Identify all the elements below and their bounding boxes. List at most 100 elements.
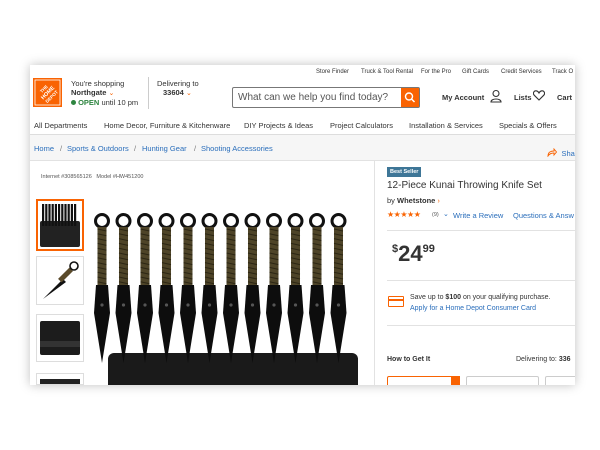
kunai-knife [223,213,239,363]
nav-specials-offers[interactable]: Specials & Offers [499,121,557,130]
best-seller-badge: Best Seller [387,167,422,177]
price-dollars: 24 [398,241,423,266]
home-depot-logo[interactable]: THE HOME DEPOT [33,78,62,107]
questions-answers-link[interactable]: Questions & Answ [513,211,574,220]
search-input[interactable] [233,88,402,107]
offer-amount: $100 [445,294,461,301]
thumbnail-knife-set[interactable] [36,199,84,251]
nav-all-departments[interactable]: All Departments [34,121,87,130]
fulfillment-option-ship[interactable] [466,376,539,385]
heart-icon[interactable] [533,90,545,101]
kunai-knife [115,213,132,363]
cart-link[interactable]: Cart [557,93,572,102]
breadcrumb-separator: / [134,144,137,153]
offer-pre: Save up to [410,294,446,301]
column-divider [374,161,375,385]
cart-label: Cart [557,93,573,102]
util-credit-services[interactable]: Credit Services [501,69,542,75]
my-account-link[interactable]: My Account [442,93,484,102]
nav-home-decor[interactable]: Home Decor, Furniture & Kitchenware [104,121,230,130]
browser-viewport: Store Finder Truck & Tool Rental For the… [30,65,575,385]
kunai-knife [266,213,282,363]
breadcrumb-sports-outdoors[interactable]: Sports & Outdoors [67,144,129,153]
delivery-zip: 33604 [163,88,184,97]
share-icon [547,147,558,158]
share-label: Sha [561,149,575,158]
price-cents: 99 [422,243,435,255]
model-numbers: Internet #308565126 Model #HW451200 [41,174,143,180]
credit-card-icon [388,296,404,307]
kunai-knife [137,213,153,363]
fulfillment-option-pickup[interactable] [387,376,460,385]
write-review-link[interactable]: Write a Review [453,211,503,220]
delivering-to-zip[interactable]: 336 [559,356,571,363]
kunai-knife [244,213,261,363]
search-icon [404,92,416,103]
nav-installation-services[interactable]: Installation & Services [409,121,483,130]
delivering-to-label: Delivering to: [516,356,557,363]
store-status: OPEN [78,98,100,107]
nav-diy-projects[interactable]: DIY Projects & Ideas [244,121,313,130]
selected-check-icon [451,376,460,385]
kunai-knife [330,213,347,363]
kunai-knife [309,213,325,363]
knife-set-illustration [94,213,358,385]
util-gift-cards[interactable]: Gift Cards [462,69,489,75]
thumbnail-single-knife[interactable] [36,256,84,305]
breadcrumb-home[interactable]: Home [34,144,54,153]
delivering-to: Delivering to: 336 [516,356,571,363]
brand-link[interactable]: Whetstone [397,196,435,205]
brand-line: by Whetstone › [387,196,440,205]
thumbnail-case[interactable] [36,314,84,362]
chevron-down-icon: ⌄ [185,90,192,97]
kunai-knife [158,213,175,363]
search-bar [232,87,420,108]
breadcrumb-separator: / [60,144,63,153]
delivery-zip-selector[interactable]: 33604 ⌄ [163,88,192,97]
apply-card-link[interactable]: Apply for a Home Depot Consumer Card [410,305,536,312]
chevron-down-icon: ⌄ [108,90,115,97]
kunai-knife [94,213,110,363]
divider [387,280,575,281]
share-button[interactable]: Sha [547,143,575,161]
thumbnail-more[interactable] [36,373,84,385]
divider [387,230,575,231]
util-track-order[interactable]: Track O [552,69,573,75]
offer-post: on your qualifying purchase. [461,294,551,301]
store-selector[interactable]: Northgate ⌄ [71,88,114,97]
chevron-down-icon[interactable]: ⌄ [443,210,449,218]
header-divider [148,77,149,109]
credit-offer-text: Save up to $100 on your qualifying purch… [410,294,551,301]
product-title: 12-Piece Kunai Throwing Knife Set [387,180,542,191]
util-store-finder[interactable]: Store Finder [316,69,349,75]
star-rating[interactable]: ★★★★★ [387,210,421,219]
by-label: by [387,196,395,205]
user-icon[interactable] [490,89,502,103]
price: $2499 [392,241,435,267]
how-to-get-it-heading: How to Get It [387,356,431,363]
store-hours-text: until 10 pm [101,98,139,107]
nav-project-calculators[interactable]: Project Calculators [330,121,393,130]
kunai-knife [287,213,304,363]
internet-number: Internet #308565126 [41,174,92,180]
store-name: Northgate [71,88,107,97]
kunai-knife [180,213,196,363]
chevron-right-icon: › [437,198,440,205]
store-label: You're shopping [71,79,125,88]
lists-link[interactable]: Lists [514,93,532,102]
kunai-knife [201,213,218,363]
util-for-the-pro[interactable]: For the Pro [421,69,451,75]
divider [387,325,575,326]
delivery-label: Delivering to [157,79,199,88]
review-count[interactable]: (9) [432,212,439,218]
lists-label: Lists [514,93,532,102]
search-button[interactable] [401,88,419,107]
breadcrumb-hunting-gear[interactable]: Hunting Gear [142,144,187,153]
my-account-label: My Account [442,93,485,102]
util-truck-tool-rental[interactable]: Truck & Tool Rental [361,69,413,75]
open-status-dot-icon [71,100,76,105]
product-main-image[interactable] [90,213,370,385]
breadcrumb-shooting-accessories[interactable]: Shooting Accessories [201,144,273,153]
breadcrumb-separator: / [194,144,197,153]
fulfillment-option-delivery[interactable] [545,376,575,385]
